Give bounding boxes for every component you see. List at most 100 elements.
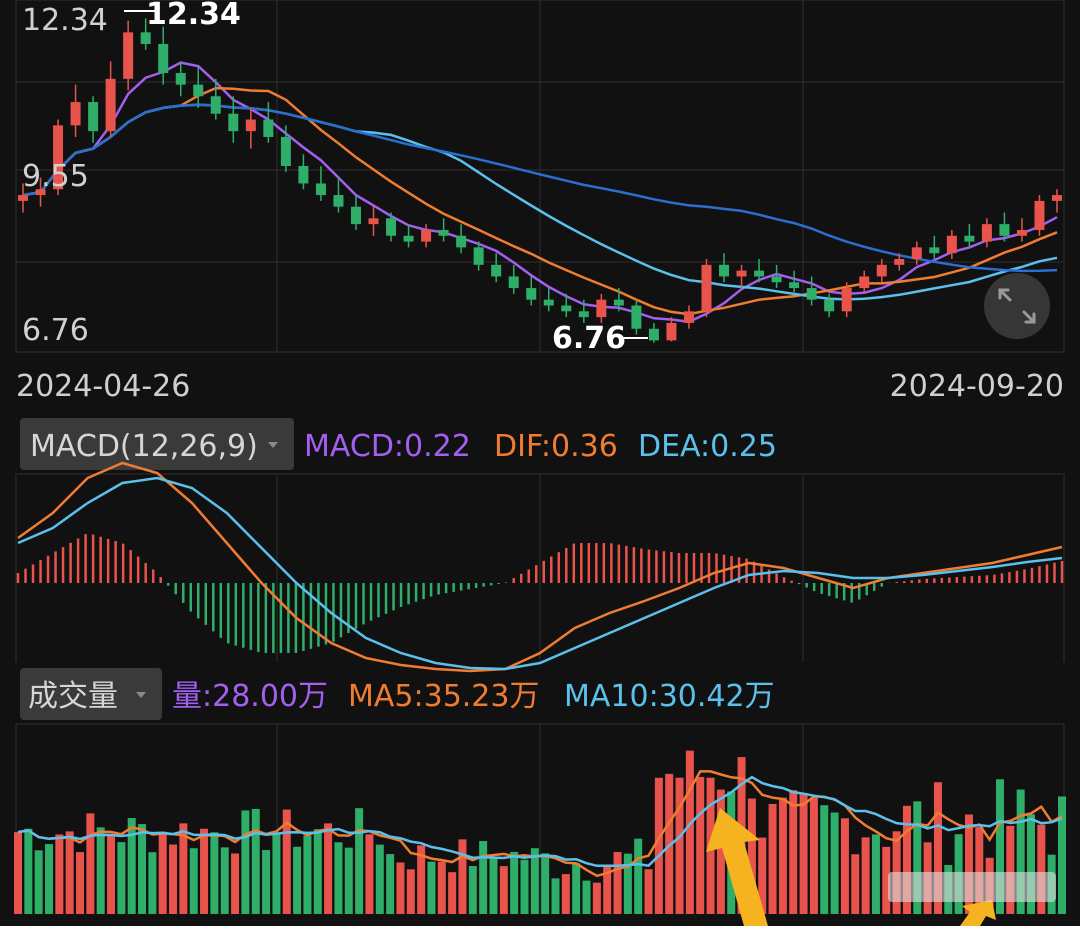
- volume-bar: [789, 790, 798, 914]
- macd-selector[interactable]: MACD(12,26,9): [20, 418, 294, 470]
- candle-body: [245, 119, 256, 132]
- volume-bar: [231, 853, 240, 914]
- volume-bar: [45, 844, 54, 914]
- candle-body: [1016, 229, 1027, 236]
- y-label-mid: 9.55: [22, 159, 89, 194]
- dea-value: DEA:0.25: [638, 429, 777, 464]
- candle-body: [876, 264, 887, 277]
- macd-value: MACD:0.22: [304, 429, 471, 464]
- volume-bar: [799, 793, 808, 914]
- macd-selector-label: MACD(12,26,9): [30, 429, 258, 464]
- candle-body: [1052, 195, 1062, 201]
- candle-body: [403, 235, 414, 242]
- candle-body: [561, 305, 572, 312]
- volume-bar: [251, 808, 260, 914]
- volume-bar: [200, 828, 209, 914]
- volume-bar: [572, 863, 581, 914]
- candle-body: [964, 235, 975, 242]
- volume-bar: [14, 832, 22, 914]
- volume-bar: [530, 848, 539, 914]
- volume-bar: [324, 823, 333, 914]
- volume-bar: [396, 862, 405, 914]
- volume-bar: [592, 882, 601, 914]
- candle-body: [228, 113, 239, 132]
- volume-bar: [138, 824, 147, 914]
- volume-bar: [313, 829, 322, 914]
- candle-body: [526, 288, 537, 300]
- volume-bar: [685, 750, 694, 914]
- volume-bar: [365, 834, 374, 914]
- candle-body: [999, 224, 1010, 236]
- candle-body: [806, 288, 817, 300]
- candle-body: [140, 32, 151, 44]
- volume-bar: [262, 850, 271, 914]
- candle-body: [315, 183, 326, 196]
- candle-body: [666, 322, 677, 341]
- candle-body: [1034, 200, 1045, 230]
- candle-body: [88, 102, 99, 132]
- dif-value: DIF:0.36: [494, 429, 618, 464]
- volume-bar: [778, 797, 787, 914]
- volume-bar: [355, 808, 364, 914]
- volume-bar: [96, 827, 105, 914]
- volume-bar: [654, 777, 663, 914]
- expand-button[interactable]: [984, 273, 1050, 339]
- volume-bar: [582, 880, 591, 914]
- volume-bar: [510, 851, 519, 914]
- candle-body: [754, 270, 765, 277]
- volume-bar: [634, 838, 643, 914]
- candle-body: [911, 247, 922, 260]
- candle-body: [158, 43, 169, 74]
- volume-bar: [840, 818, 849, 914]
- volume-bar: [55, 834, 64, 914]
- candle-body: [438, 229, 449, 236]
- macd-grid: [15, 473, 1065, 662]
- watermark: [888, 872, 1056, 902]
- volume-bar: [169, 844, 178, 914]
- candle-body: [631, 305, 642, 329]
- y-label-high: 12.34: [22, 3, 108, 38]
- volume-bar: [448, 872, 457, 914]
- price-grid: [15, 0, 1065, 353]
- volume-bar: [499, 866, 508, 914]
- candle-body: [929, 247, 940, 254]
- candle-body: [175, 73, 186, 85]
- candle-body: [210, 96, 221, 114]
- candle-body: [841, 288, 852, 312]
- candle-body: [789, 282, 800, 289]
- candle-body: [981, 224, 992, 242]
- volume-bar: [148, 852, 157, 914]
- candle-body: [386, 218, 397, 236]
- candle-body: [946, 235, 957, 254]
- volume-bar: [117, 842, 126, 914]
- volume-bar: [303, 835, 312, 914]
- volume-bar: [820, 805, 829, 914]
- volume-bar: [34, 850, 43, 914]
- candle-body: [105, 78, 116, 132]
- candle-body: [280, 136, 291, 167]
- volume-bar: [871, 834, 880, 914]
- candle-body: [771, 276, 782, 283]
- volume-selector-label: 成交量: [28, 679, 118, 714]
- volume-bar: [809, 797, 818, 914]
- candle-body: [491, 264, 502, 277]
- volume-selector[interactable]: 成交量: [20, 668, 162, 720]
- volume-value: 量:28.00万: [172, 679, 328, 714]
- volume-bar: [830, 812, 839, 914]
- volume-bar: [520, 859, 529, 914]
- volume-bar: [220, 847, 229, 914]
- candle-body: [578, 311, 589, 318]
- candle-body: [123, 32, 134, 79]
- candle-body: [859, 276, 870, 289]
- volume-bar: [541, 853, 550, 914]
- volume-bar: [551, 878, 560, 914]
- candle-body: [298, 166, 309, 184]
- min-marker-label: 6.76: [552, 321, 626, 356]
- volume-bar: [107, 836, 116, 914]
- candle-body: [456, 235, 467, 248]
- volume-bar: [623, 853, 632, 914]
- candle-body: [263, 119, 274, 137]
- volume-bar: [65, 831, 74, 914]
- candle-body: [543, 299, 554, 306]
- volume-bar: [427, 861, 436, 914]
